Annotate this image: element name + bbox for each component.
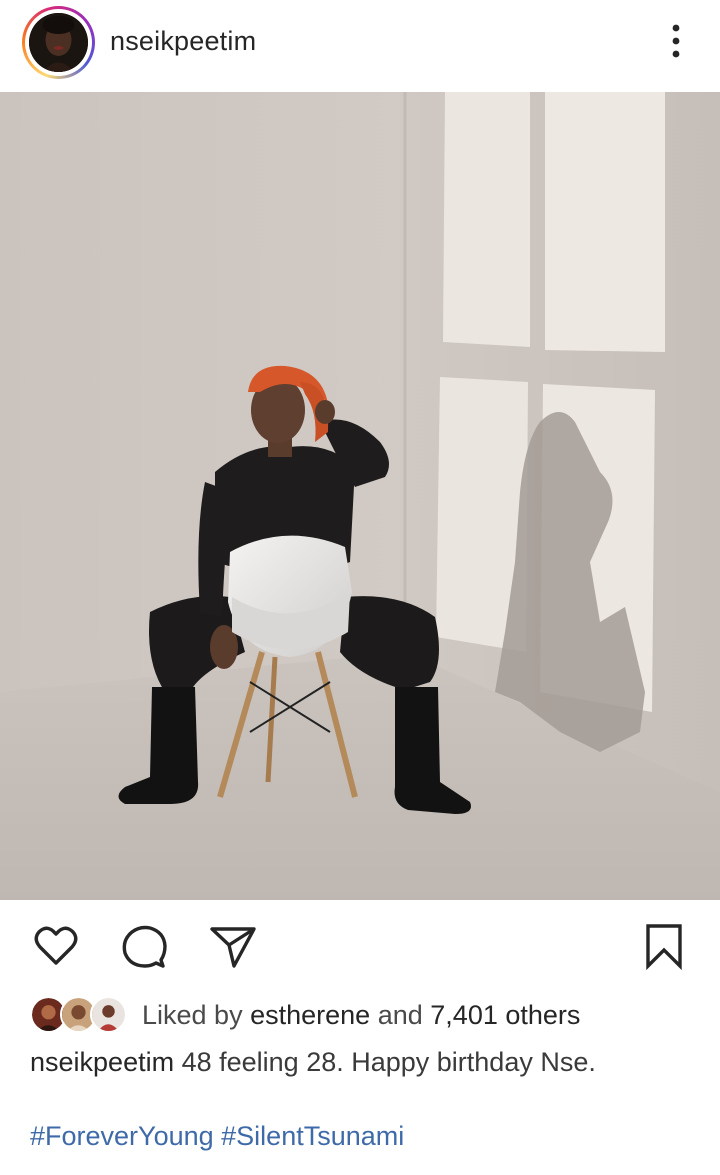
liked-by-prefix: Liked by [142, 1000, 243, 1030]
likes-summary[interactable]: Liked by estherene and 7,401 others [142, 998, 580, 1032]
likes-row: Liked by estherene and 7,401 others [30, 994, 710, 1034]
hashtag-link[interactable]: #SilentTsunami [221, 1121, 404, 1151]
story-ring[interactable] [22, 6, 95, 79]
heart-icon [34, 926, 78, 965]
caption-username[interactable]: nseikpeetim [30, 1047, 174, 1077]
post-username[interactable]: nseikpeetim [110, 24, 256, 58]
avatar[interactable] [29, 13, 88, 72]
hashtag-link[interactable]: #ForeverYoung [30, 1121, 214, 1151]
liked-by-user[interactable]: estherene [250, 1000, 370, 1030]
comment-icon [122, 925, 167, 968]
likes-count[interactable]: 7,401 others [430, 1000, 580, 1030]
bookmark-icon [646, 924, 682, 971]
caption-text: 48 feeling 28. Happy birthday Nse. [181, 1047, 596, 1077]
comment-button[interactable] [120, 922, 170, 972]
post-header: nseikpeetim [0, 0, 720, 92]
like-button[interactable] [31, 922, 81, 972]
send-icon [210, 927, 256, 968]
caption: nseikpeetim 48 feeling 28. Happy birthda… [30, 1045, 596, 1079]
share-button[interactable] [208, 922, 258, 972]
post-photo[interactable] [0, 92, 720, 900]
liker-avatars[interactable] [30, 996, 130, 1034]
liked-by-and: and [377, 1000, 423, 1030]
action-bar [0, 900, 720, 990]
more-options-button[interactable] [660, 20, 692, 62]
save-button[interactable] [640, 922, 690, 972]
avatar-image [29, 13, 88, 72]
liker-avatar [90, 996, 127, 1033]
hashtags: #ForeverYoung #SilentTsunami [30, 1119, 404, 1153]
more-vertical-icon [672, 24, 680, 58]
post-image [0, 92, 720, 900]
